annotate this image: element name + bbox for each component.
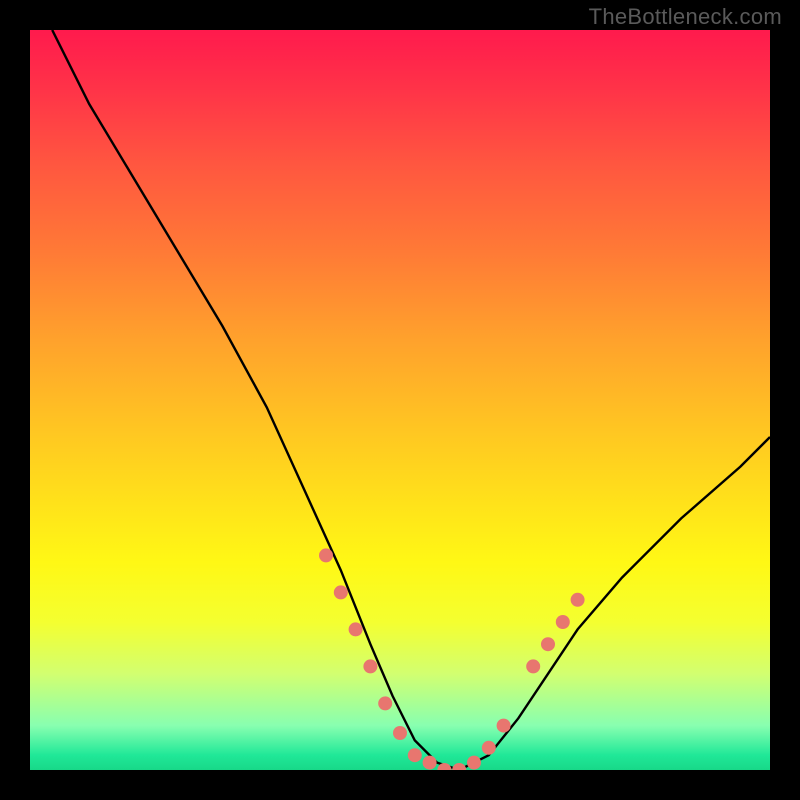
highlight-marker [423,756,437,770]
highlight-marker [408,748,422,762]
highlight-marker [571,593,585,607]
bottleneck-curve [52,30,770,770]
marker-group [319,548,585,770]
highlight-marker [467,756,481,770]
plot-area [30,30,770,770]
highlight-marker [497,719,511,733]
highlight-marker [556,615,570,629]
curve-path-group [52,30,770,770]
highlight-marker [349,622,363,636]
highlight-marker [541,637,555,651]
highlight-marker [378,696,392,710]
highlight-marker [363,659,377,673]
highlight-marker [334,585,348,599]
highlight-marker [452,763,466,770]
highlight-marker [482,741,496,755]
watermark-text: TheBottleneck.com [589,4,782,30]
highlight-marker [526,659,540,673]
chart-svg [30,30,770,770]
highlight-marker [319,548,333,562]
highlight-marker [393,726,407,740]
